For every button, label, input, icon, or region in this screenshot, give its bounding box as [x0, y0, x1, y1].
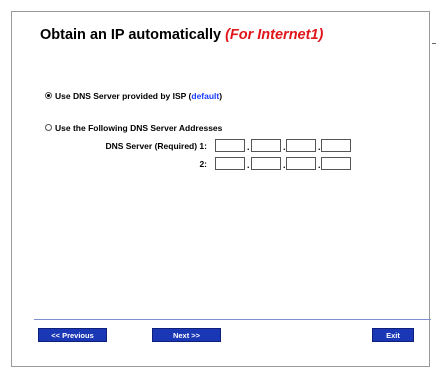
next-button[interactable]: Next >> — [152, 328, 221, 342]
right-divider — [429, 11, 430, 367]
dns-server1-label: DNS Server (Required) 1: — [105, 141, 207, 151]
dns2-dot1: . — [247, 160, 250, 170]
dns2-octet1-input[interactable] — [215, 157, 245, 170]
dns1-octet1-input[interactable] — [215, 139, 245, 152]
previous-button[interactable]: << Previous — [38, 328, 107, 342]
dns-isp-label: Use DNS Server provided by ISP (default) — [55, 91, 222, 101]
page-title-main: Obtain an IP automatically — [40, 27, 222, 43]
dns2-octet4-input[interactable] — [321, 157, 351, 170]
dns-isp-default-link[interactable]: default — [191, 91, 219, 101]
footer-separator — [34, 319, 431, 320]
dns-isp-text: Use DNS Server provided by ISP ( — [55, 91, 192, 101]
dns1-octet2-input[interactable] — [251, 139, 281, 152]
dns-isp-radio[interactable] — [45, 92, 52, 99]
dns-manual-label: Use the Following DNS Server Addresses — [55, 123, 223, 133]
dns-server2-label: 2: — [199, 159, 207, 169]
dns1-octet4-input[interactable] — [321, 139, 351, 152]
dns1-dot1: . — [247, 142, 250, 152]
dns-manual-radio[interactable] — [45, 124, 52, 131]
edge-mark — [432, 43, 436, 44]
dialog-frame — [11, 11, 430, 367]
exit-button[interactable]: Exit — [372, 328, 414, 342]
page-title-highlight: (For Internet1) — [225, 27, 324, 43]
dns1-octet3-input[interactable] — [286, 139, 316, 152]
page-title: Obtain an IP automatically (For Internet… — [40, 27, 323, 43]
dns2-octet3-input[interactable] — [286, 157, 316, 170]
dns2-octet2-input[interactable] — [251, 157, 281, 170]
dns-isp-suffix: ) — [219, 91, 223, 101]
